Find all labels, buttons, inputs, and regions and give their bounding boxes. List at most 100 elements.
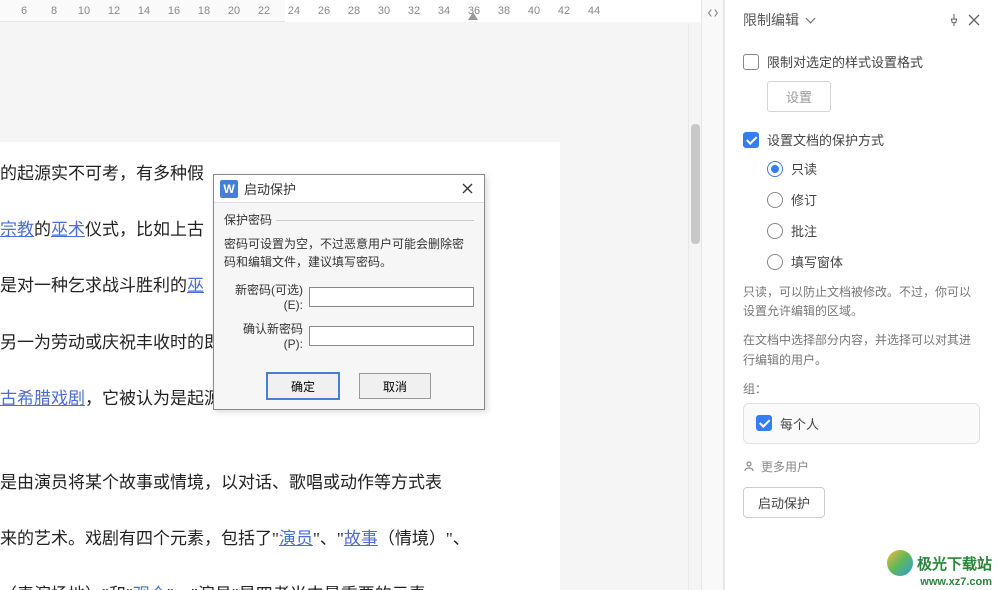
radio-comment[interactable]: 批注 [767,221,980,240]
more-users-label: 更多用户 [761,458,809,475]
group-label: 组： [743,380,980,397]
brand-logo-icon [887,550,913,576]
start-protection-button[interactable]: 启动保护 [743,487,825,518]
protect-method-label: 设置文档的保护方式 [767,130,884,149]
radio-label: 批注 [791,221,817,240]
radio-selected[interactable] [767,161,783,177]
hyperlink[interactable]: 巫 [187,276,204,295]
vertical-scrollbar[interactable] [688,24,701,590]
radio-unselected[interactable] [767,192,783,208]
ruler-mark: 22 [250,5,278,17]
hyperlink[interactable]: 观众 [133,585,167,590]
ruler-mark: 42 [550,5,578,17]
protect-options-radio-group: 只读 修订 批注 填写窗体 [767,159,980,271]
close-icon[interactable] [964,10,984,30]
scrollbar-thumb[interactable] [691,124,700,244]
checkbox-checked[interactable] [743,132,759,148]
dialog-message: 密码可设置为空，不过恶意用户可能会删除密码和编辑文件，建议填写密码。 [224,235,474,271]
dialog-close-icon[interactable] [456,180,478,198]
radio-unselected[interactable] [767,254,783,270]
restrict-format-label: 限制对选定的样式设置格式 [767,52,923,71]
hyperlink[interactable]: 演员 [279,529,313,548]
new-password-label: 新密码(可选)(E): [224,281,309,312]
chevron-down-icon[interactable] [807,17,815,25]
text-run: （情境）"、 [378,529,470,548]
panel-title-text: 限制编辑 [743,12,799,28]
restrict-editing-panel: 限制编辑 限制对选定的样式设置格式 设置 设置文档的保护方式 [724,0,998,590]
text-run: 的起源实不可考，有多种假 [0,164,204,183]
watermark-logo: 极光下载站 www.xz7.com [887,550,992,588]
dialog-button-row: 确定 取消 [214,363,484,409]
paragraph[interactable]: （表演场地）"和"观众"。"演员"是四者当中最重要的元素， [0,573,530,590]
ruler-mark: 26 [310,5,338,17]
protect-description-2: 在文档中选择部分内容，并选择可以对其进行编辑的用户。 [743,331,980,369]
ruler-marks: 6 8 10 12 14 16 18 20 22 24 26 28 30 32 … [10,5,608,17]
ruler-mark: 16 [160,5,188,17]
start-protection-dialog: W 启动保护 保护密码 密码可设置为空，不过恶意用户可能会删除密码和编辑文件，建… [213,174,485,410]
text-run: "。"演员"是四者当中最重要的元素， [167,585,443,590]
ruler-mark: 28 [340,5,368,17]
sidebar-expand-icon[interactable] [706,6,720,23]
confirm-password-input[interactable] [309,326,474,346]
ruler-mark: 40 [520,5,548,17]
format-restriction-section: 限制对选定的样式设置格式 设置 [743,52,980,112]
ruler-indent-marker[interactable] [468,12,478,20]
paragraph[interactable]: 是由演员将某个故事或情境，以对话、歌唱或动作等方式表 [0,461,530,505]
panel-header: 限制编辑 [725,0,998,40]
checkbox-checked[interactable] [756,415,772,431]
panel-title: 限制编辑 [743,10,944,30]
radio-label: 只读 [791,159,817,178]
radio-readonly[interactable]: 只读 [767,159,980,178]
checkbox-unchecked[interactable] [743,54,759,70]
text-run: "、" [313,529,344,548]
ruler-mark: 14 [130,5,158,17]
ruler-mark: 30 [370,5,398,17]
panel-body: 限制对选定的样式设置格式 设置 设置文档的保护方式 只读 修订 [725,40,998,590]
ruler-mark: 34 [430,5,458,17]
text-run: 来的艺术。戏剧有四个元素，包括了" [0,529,279,548]
horizontal-ruler: 6 8 10 12 14 16 18 20 22 24 26 28 30 32 … [0,0,285,22]
hyperlink[interactable]: 故事 [344,529,378,548]
more-users-link[interactable]: 更多用户 [743,458,980,475]
protect-method-checkbox-row[interactable]: 设置文档的保护方式 [743,130,980,149]
group-everyone-label: 每个人 [780,414,819,433]
brand-name: 极光下载站 [917,553,992,574]
text-run: 仪式，比如上古 [85,220,204,239]
paragraph[interactable]: 来的艺术。戏剧有四个元素，包括了"演员"、"故事（情境）"、 [0,517,530,561]
confirm-password-row: 确认新密码(P): [224,320,474,351]
ruler-mark: 18 [190,5,218,17]
fieldset-label: 保护密码 [224,213,272,227]
text-run: （表演场地）"和" [0,585,133,590]
ruler-mark: 20 [220,5,248,17]
group-everyone-row[interactable]: 每个人 [743,403,980,444]
brand-site-url: www.xz7.com [920,576,992,588]
app-w-icon: W [220,180,238,198]
radio-form[interactable]: 填写窗体 [767,252,980,271]
ruler-mark: 32 [400,5,428,17]
radio-revision[interactable]: 修订 [767,190,980,209]
radio-label: 填写窗体 [791,252,843,271]
new-password-row: 新密码(可选)(E): [224,281,474,312]
text-run: 的 [34,220,51,239]
restrict-format-checkbox-row[interactable]: 限制对选定的样式设置格式 [743,52,980,71]
ruler-mark: 10 [70,5,98,17]
text-run: 是对一种乞求战斗胜利的 [0,276,187,295]
ok-button[interactable]: 确定 [267,373,339,399]
pin-icon[interactable] [944,10,964,30]
cancel-button[interactable]: 取消 [359,373,431,399]
protect-method-section: 设置文档的保护方式 只读 修订 批注 填写窗体 [743,130,980,518]
fieldset-divider [276,220,474,221]
ruler-mark: 44 [580,5,608,17]
hyperlink[interactable]: 宗教 [0,220,34,239]
protect-description-1: 只读，可以防止文档被修改。不过，你可以设置允许编辑的区域。 [743,283,980,321]
dialog-titlebar[interactable]: W 启动保护 [214,175,484,203]
new-password-input[interactable] [309,287,474,307]
text-run: 是由演员将某个故事或情境，以对话、歌唱或动作等方式表 [0,473,442,492]
ruler-mark: 6 [10,5,38,17]
ruler-mark: 24 [280,5,308,17]
ruler-mark: 38 [490,5,518,17]
hyperlink[interactable]: 巫术 [51,220,85,239]
ruler-mark: 12 [100,5,128,17]
hyperlink[interactable]: 古希腊戏剧 [0,389,85,408]
radio-unselected[interactable] [767,223,783,239]
